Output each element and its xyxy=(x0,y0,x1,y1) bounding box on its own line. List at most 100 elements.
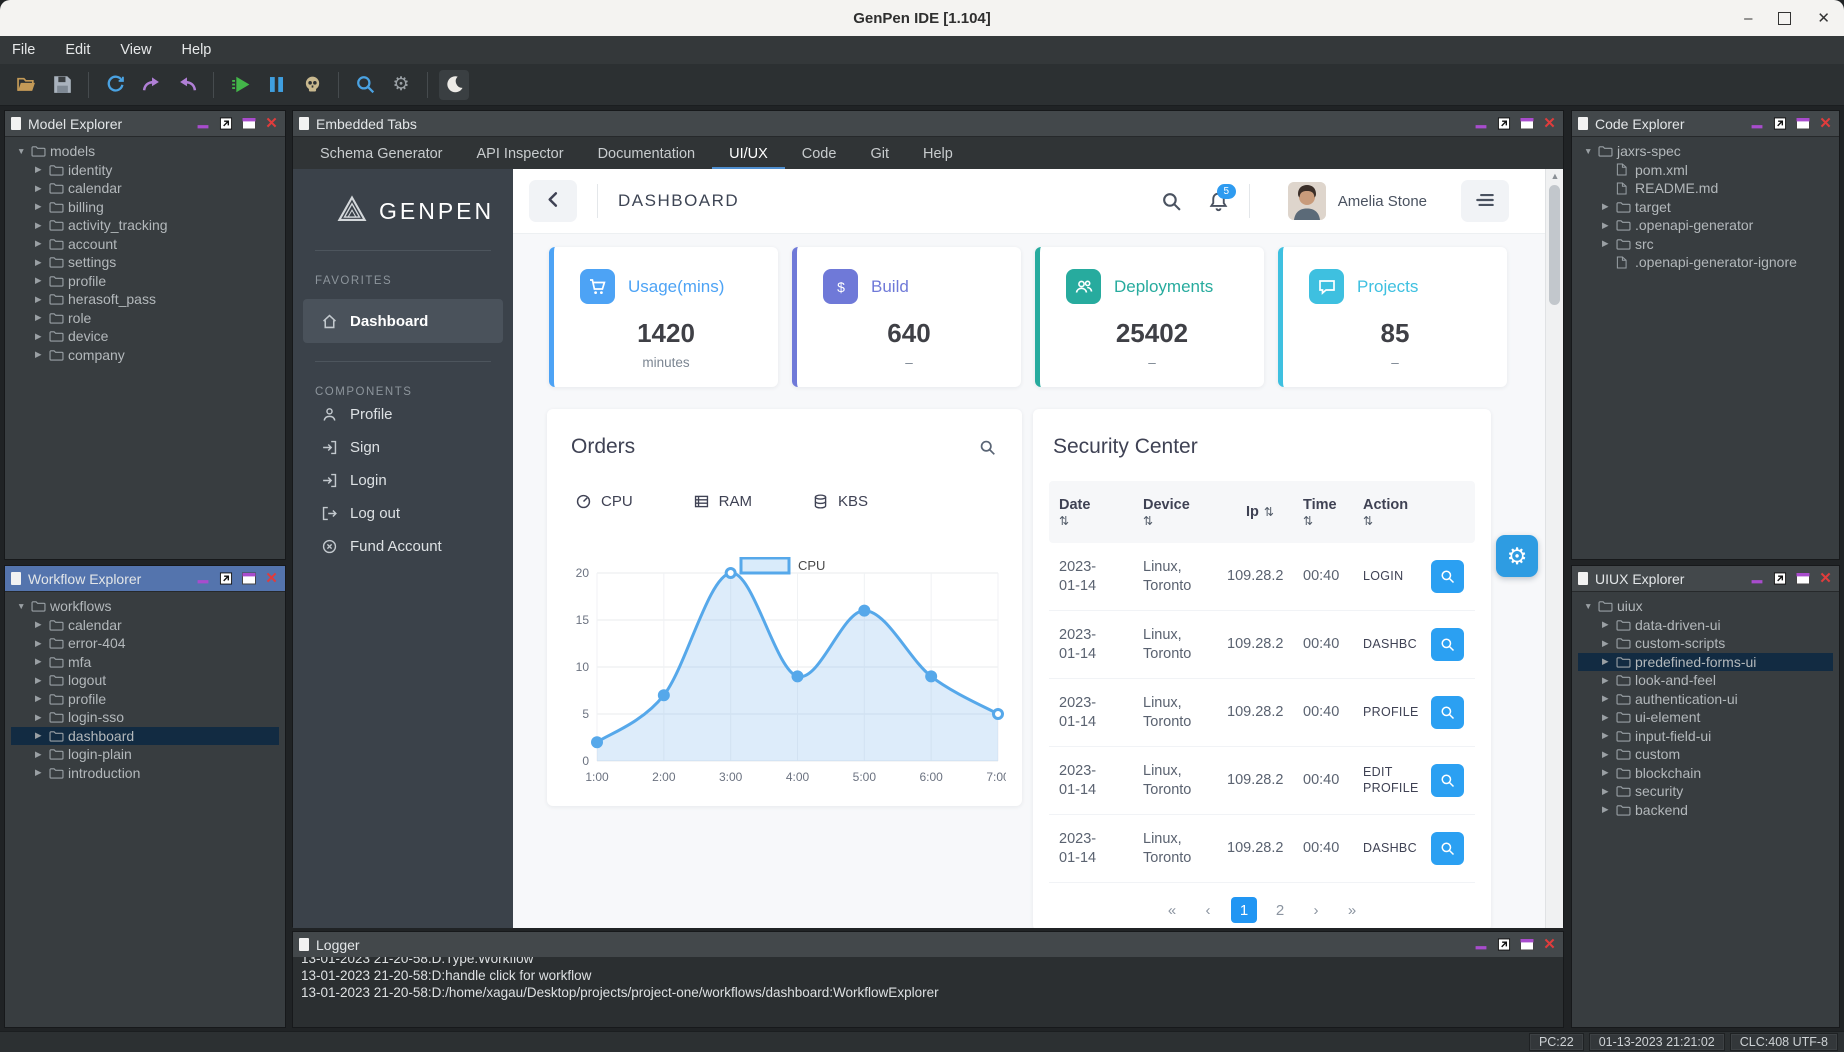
tree-item[interactable]: .openapi-generator-ignore xyxy=(1578,253,1833,272)
panel-maximize-button[interactable] xyxy=(1795,117,1810,131)
tree-item[interactable]: ▶identity xyxy=(11,161,279,180)
tree-item[interactable]: ▶error-404 xyxy=(11,634,279,653)
panel-maximize-button[interactable] xyxy=(241,117,256,131)
tree-item[interactable]: ▶custom xyxy=(1578,745,1833,764)
first-page-button[interactable]: « xyxy=(1159,897,1185,923)
tree-item[interactable]: ▶introduction xyxy=(11,764,279,783)
tree-item[interactable]: ▶ui-element xyxy=(1578,708,1833,727)
window-maximize-button[interactable] xyxy=(1778,12,1791,25)
expand-arrow-icon[interactable]: ▶ xyxy=(1602,220,1616,231)
model-explorer-titlebar[interactable]: Model Explorer ✕ xyxy=(5,111,285,137)
panel-close-button[interactable]: ✕ xyxy=(1542,938,1557,952)
row-search-button[interactable] xyxy=(1431,764,1464,797)
menu-item-file[interactable]: File xyxy=(12,42,35,58)
stat-card-deployments[interactable]: Deployments25402– xyxy=(1035,247,1264,387)
tree-item[interactable]: ▶mfa xyxy=(11,653,279,672)
sidebar-item-dashboard[interactable]: Dashboard xyxy=(303,299,503,343)
column-header-action[interactable]: Action⇅ xyxy=(1353,497,1431,528)
embedded-tabs-titlebar[interactable]: Embedded Tabs ✕ xyxy=(293,111,1563,137)
last-page-button[interactable]: » xyxy=(1339,897,1365,923)
expand-arrow-icon[interactable]: ▶ xyxy=(35,331,49,342)
tree-item[interactable]: ▶input-field-ui xyxy=(1578,727,1833,746)
panel-minimize-button[interactable] xyxy=(1749,572,1764,586)
tree-item[interactable]: pom.xml xyxy=(1578,161,1833,180)
panel-minimize-button[interactable] xyxy=(1473,938,1488,952)
tree-item[interactable]: ▶activity_tracking xyxy=(11,216,279,235)
menu-item-view[interactable]: View xyxy=(120,42,151,58)
tree-item[interactable]: ▶target xyxy=(1578,198,1833,217)
tree-item[interactable]: ▼uiux xyxy=(1578,597,1833,616)
code-explorer-titlebar[interactable]: Code Explorer ✕ xyxy=(1572,111,1839,137)
tree-item[interactable]: ▶billing xyxy=(11,198,279,217)
window-close-button[interactable]: ✕ xyxy=(1817,11,1830,26)
tree-item[interactable]: ▶profile xyxy=(11,272,279,291)
row-search-button[interactable] xyxy=(1431,560,1464,593)
vertical-scrollbar[interactable]: ▲ xyxy=(1545,169,1563,928)
zoom-search-button[interactable] xyxy=(350,70,380,100)
tree-item[interactable]: ▶login-plain xyxy=(11,745,279,764)
expand-arrow-icon[interactable]: ▶ xyxy=(1602,693,1616,704)
expand-arrow-icon[interactable]: ▶ xyxy=(35,730,49,741)
orders-search-icon[interactable] xyxy=(979,439,996,461)
scroll-up-arrow[interactable]: ▲ xyxy=(1546,171,1563,181)
debug-skull-button[interactable] xyxy=(297,70,327,100)
expand-arrow-icon[interactable]: ▶ xyxy=(1602,749,1616,760)
column-header-date[interactable]: Date⇅ xyxy=(1049,497,1133,528)
column-header-device[interactable]: Device⇅ xyxy=(1133,497,1217,528)
tree-item[interactable]: ▶profile xyxy=(11,690,279,709)
settings-gear-button[interactable]: ⚙ xyxy=(386,70,416,100)
sidebar-item-fund-account[interactable]: Fund Account xyxy=(293,530,513,563)
expand-arrow-icon[interactable]: ▶ xyxy=(1602,638,1616,649)
panel-detach-button[interactable] xyxy=(1772,572,1787,586)
tab-documentation[interactable]: Documentation xyxy=(581,137,713,170)
expand-arrow-icon[interactable]: ▶ xyxy=(35,749,49,760)
expand-arrow-icon[interactable]: ▶ xyxy=(35,638,49,649)
expand-arrow-icon[interactable]: ▶ xyxy=(1602,786,1616,797)
tree-item[interactable]: ▶src xyxy=(1578,235,1833,254)
tree-item[interactable]: ▶role xyxy=(11,309,279,328)
tree-item[interactable]: ▶blockchain xyxy=(1578,764,1833,783)
panel-detach-button[interactable] xyxy=(1496,117,1511,131)
expand-arrow-icon[interactable]: ▶ xyxy=(1602,675,1616,686)
orders-tab-kbs[interactable]: KBS xyxy=(812,493,868,510)
panel-close-button[interactable]: ✕ xyxy=(1542,117,1557,131)
tree-item[interactable]: ▶security xyxy=(1578,782,1833,801)
expand-arrow-icon[interactable]: ▶ xyxy=(1602,712,1616,723)
logger-titlebar[interactable]: Logger ✕ xyxy=(293,932,1563,958)
panel-maximize-button[interactable] xyxy=(1519,938,1534,952)
page-button-2[interactable]: 2 xyxy=(1267,897,1293,923)
row-search-button[interactable] xyxy=(1431,832,1464,865)
tree-item[interactable]: ▶calendar xyxy=(11,616,279,635)
tree-item[interactable]: ▶company xyxy=(11,346,279,365)
tree-item[interactable]: ▶calendar xyxy=(11,179,279,198)
expand-arrow-icon[interactable]: ▶ xyxy=(35,201,49,212)
panel-maximize-button[interactable] xyxy=(1795,572,1810,586)
save-button[interactable] xyxy=(47,70,77,100)
stat-card-build[interactable]: $Build640– xyxy=(792,247,1021,387)
tree-item[interactable]: ▶authentication-ui xyxy=(1578,690,1833,709)
expand-arrow-icon[interactable]: ▶ xyxy=(1602,619,1616,630)
expand-arrow-icon[interactable]: ▶ xyxy=(35,257,49,268)
expand-arrow-icon[interactable]: ▶ xyxy=(1602,730,1616,741)
search-icon[interactable] xyxy=(1161,191,1182,212)
expand-arrow-icon[interactable]: ▶ xyxy=(35,619,49,630)
uiux-explorer-titlebar[interactable]: UIUX Explorer ✕ xyxy=(1572,566,1839,592)
orders-tab-ram[interactable]: RAM xyxy=(693,493,752,510)
panel-detach-button[interactable] xyxy=(218,572,233,586)
scrollbar-thumb[interactable] xyxy=(1549,185,1560,305)
expand-arrow-icon[interactable]: ▶ xyxy=(35,238,49,249)
tree-item[interactable]: ▶account xyxy=(11,235,279,254)
expand-arrow-icon[interactable]: ▶ xyxy=(35,164,49,175)
tree-item[interactable]: ▶herasoft_pass xyxy=(11,290,279,309)
panel-close-button[interactable]: ✕ xyxy=(1818,572,1833,586)
column-header-ip[interactable]: Ip⇅ xyxy=(1217,504,1293,520)
expand-arrow-icon[interactable]: ▶ xyxy=(35,349,49,360)
expand-arrow-icon[interactable]: ▶ xyxy=(35,712,49,723)
panel-detach-button[interactable] xyxy=(1496,938,1511,952)
expand-arrow-icon[interactable]: ▶ xyxy=(35,220,49,231)
tree-item[interactable]: ▶device xyxy=(11,327,279,346)
panel-maximize-button[interactable] xyxy=(241,572,256,586)
panel-detach-button[interactable] xyxy=(218,117,233,131)
expand-arrow-icon[interactable]: ▶ xyxy=(1602,201,1616,212)
panel-minimize-button[interactable] xyxy=(195,117,210,131)
